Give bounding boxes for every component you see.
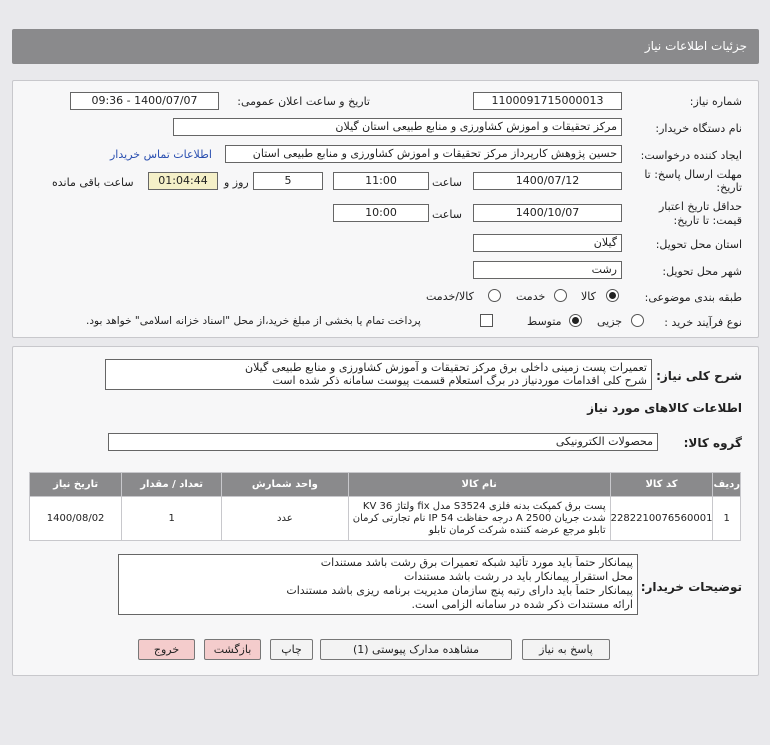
goods-qty: 1 <box>121 496 223 541</box>
buyer-note-line: محل استقرار پیمانکار باید در رشت باشد مس… <box>403 570 633 583</box>
delivery-city-field: رشت <box>473 261 622 279</box>
validity-time-label: ساعت <box>432 208 462 221</box>
row-number: 1 <box>712 496 741 541</box>
table-header: ردیف <box>712 472 741 497</box>
category-radio-goods-service[interactable] <box>488 289 501 302</box>
goods-need-date: 1400/08/02 <box>28 496 123 541</box>
goods-name-line: پست برق کمپکت بدنه فلزی S3524 مدل fix ول… <box>362 500 606 512</box>
delivery-city-label: شهر محل تحویل: <box>662 265 742 278</box>
validity-date-field: 1400/10/07 <box>473 204 622 222</box>
exit-button[interactable]: خروج <box>138 639 195 660</box>
deadline-days-label: روز و <box>224 176 249 189</box>
process-radio-minor[interactable] <box>631 314 644 327</box>
deadline-time-field: 11:00 <box>333 172 429 190</box>
deadline-label-line2: تاریخ: <box>716 181 742 194</box>
deadline-date-field: 1400/07/12 <box>473 172 622 190</box>
description-line: شرح کلی اقدامات موردنیاز در برگ استعلام … <box>272 374 647 387</box>
treasury-note: پرداخت تمام یا بخشی از مبلغ خرید،از محل … <box>86 315 421 327</box>
buyer-notes-label: توضیحات خریدار: <box>640 580 742 594</box>
buyer-note-line: پیمانکار حتماً باید دارای رتبه پنج سازما… <box>286 584 633 597</box>
need-number-field: 1100091715000013 <box>473 92 622 110</box>
remaining-time-label: ساعت باقی مانده <box>52 176 134 189</box>
category-label: طبقه بندی موضوعی: <box>644 291 742 304</box>
buyer-contact-link[interactable]: اطلاعات تماس خریدار <box>110 148 212 161</box>
table-header: نام کالا <box>347 472 611 497</box>
table-header: تاریخ نیاز <box>28 472 123 497</box>
remaining-time-field: 01:04:44 <box>148 172 218 190</box>
delivery-province-label: استان محل تحویل: <box>655 238 742 251</box>
process-option-minor: جزیی <box>597 315 623 328</box>
announce-datetime-label: تاریخ و ساعت اعلان عمومی: <box>237 95 370 108</box>
announce-datetime-field: 1400/07/07 - 09:36 <box>70 92 219 110</box>
buyer-notes-field: پیمانکار حتماً باید مورد تأئید شبکه تعمی… <box>118 554 638 615</box>
buyer-org-field: مرکز تحقیقات و اموزش کشاورزی و منابع طبی… <box>173 118 622 136</box>
goods-section-title: اطلاعات کالاهای مورد نیاز <box>587 401 742 415</box>
reply-button[interactable]: پاسخ به نیاز <box>522 639 610 660</box>
validity-label-line2: قیمت: تا تاریخ: <box>673 214 742 227</box>
goods-name: پست برق کمپکت بدنه فلزی S3524 مدل fix ول… <box>347 496 611 541</box>
process-option-medium: متوسط <box>527 315 562 328</box>
deadline-time-label: ساعت <box>432 176 462 189</box>
process-type-label: نوع فرآیند خرید : <box>664 316 742 329</box>
delivery-province-field: گیلان <box>473 234 622 252</box>
description-label: شرح کلی نیاز: <box>656 369 742 383</box>
goods-name-line: شدت جریان 2500 A درجه حفاظت IP 54 نام تج… <box>352 512 606 524</box>
validity-time-field: 10:00 <box>333 204 429 222</box>
table-header: واحد شمارش <box>221 472 349 497</box>
print-button[interactable]: چاپ <box>270 639 313 660</box>
back-button[interactable]: بازگشت <box>204 639 261 660</box>
goods-code: 2282210076560001 <box>609 496 714 541</box>
table-header: تعداد / مقدار <box>121 472 223 497</box>
buyer-org-label: نام دستگاه خریدار: <box>655 122 742 135</box>
category-option-service: خدمت <box>516 290 546 303</box>
category-option-goods: کالا <box>581 290 596 303</box>
goods-group-field: محصولات الکترونیکی <box>108 433 658 451</box>
goods-table: ردیف کد کالا نام کالا واحد شمارش تعداد /… <box>28 472 741 541</box>
description-field: تعمیرات پست زمینی داخلی برق مرکز تحقیقات… <box>105 359 652 390</box>
table-row[interactable]: 1 2282210076560001 پست برق کمپکت بدنه فل… <box>28 496 741 541</box>
category-option-goods-service: کالا/خدمت <box>426 290 474 303</box>
category-radio-service[interactable] <box>554 289 567 302</box>
deadline-days-field: 5 <box>253 172 323 190</box>
validity-label-line1: حداقل تاریخ اعتبار <box>658 200 742 213</box>
requester-label: ایجاد کننده درخواست: <box>640 149 742 162</box>
page-header: جزئیات اطلاعات نیاز <box>12 29 759 64</box>
deadline-label-line1: مهلت ارسال پاسخ: تا <box>644 168 742 181</box>
table-header: کد کالا <box>609 472 714 497</box>
goods-name-line: تابلو مرجع عرضه کننده شرکت کرمان تابلو <box>428 524 606 536</box>
goods-unit: عدد <box>221 496 349 541</box>
need-number-label: شماره نیاز: <box>689 95 742 108</box>
treasury-checkbox[interactable] <box>480 314 493 327</box>
page-title: جزئیات اطلاعات نیاز <box>644 39 747 53</box>
buyer-note-line: پیمانکار حتماً باید مورد تأئید شبکه تعمی… <box>320 556 633 569</box>
goods-group-label: گروه کالا: <box>683 436 742 450</box>
description-line: تعمیرات پست زمینی داخلی برق مرکز تحقیقات… <box>245 361 647 374</box>
attachments-button[interactable]: مشاهده مدارک پیوستی (1) <box>320 639 512 660</box>
process-radio-medium[interactable] <box>569 314 582 327</box>
buyer-note-line: ارائه مستندات ذکر شده در سامانه الزامی ا… <box>411 598 634 611</box>
requester-field: حسین پژوهش کارپرداز مرکز تحقیقات و اموزش… <box>225 145 622 163</box>
category-radio-goods[interactable] <box>606 289 619 302</box>
